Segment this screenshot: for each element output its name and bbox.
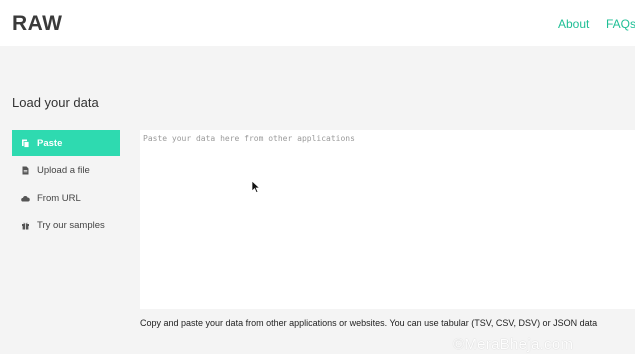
watermark: ©MeraBheja.com — [453, 336, 574, 353]
clipboard-icon — [21, 139, 30, 148]
nav-about-link[interactable]: About — [558, 17, 589, 31]
help-text: Copy and paste your data from other appl… — [140, 318, 598, 328]
menu-item-label: Paste — [37, 137, 63, 149]
menu-item-upload[interactable]: Upload a file — [12, 158, 120, 184]
menu-item-samples[interactable]: Try our samples — [12, 213, 120, 239]
gift-icon — [21, 221, 30, 230]
top-header: RAW About FAQs — [0, 0, 635, 46]
raw-logo[interactable]: RAW — [12, 12, 63, 36]
cloud-icon — [21, 194, 30, 203]
nav-faqs-link[interactable]: FAQs — [606, 17, 635, 31]
data-source-menu: Paste Upload a file From URL Try our sam… — [12, 130, 120, 240]
menu-item-label: From URL — [37, 192, 81, 204]
menu-item-paste[interactable]: Paste — [12, 130, 120, 156]
menu-item-label: Upload a file — [37, 165, 90, 176]
data-input-area — [140, 130, 635, 309]
file-icon — [21, 166, 30, 175]
mouse-pointer-icon — [251, 180, 261, 194]
paste-data-textarea[interactable] — [140, 130, 635, 309]
menu-item-url[interactable]: From URL — [12, 185, 120, 211]
section-title: Load your data — [12, 95, 99, 110]
menu-item-label: Try our samples — [37, 220, 105, 231]
